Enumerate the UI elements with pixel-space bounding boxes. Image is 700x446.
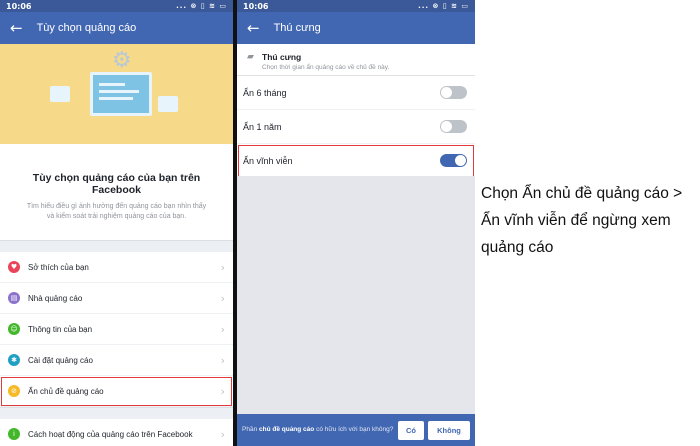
settings-icon: ✱ (8, 354, 20, 366)
section-separator (0, 407, 233, 419)
section-separator (0, 240, 233, 252)
status-bar: 10:06 ... ⊗ ▯ ≋ ▭ (237, 0, 475, 12)
bubble-shape (50, 86, 70, 102)
toggle-switch[interactable] (440, 120, 467, 133)
promo-title: Tùy chọn quảng cáo của bạn trên Facebook (32, 172, 201, 196)
status-bar: 10:06 ... ⊗ ▯ ≋ ▭ (0, 0, 233, 12)
menu-item-label: Nhà quảng cáo (28, 293, 83, 303)
option-hide-permanently[interactable]: Ẩn vĩnh viễn (237, 144, 475, 178)
menu-list: ♥ Sở thích của bạn › ▤ Nhà quảng cáo › ☺… (0, 252, 233, 446)
status-time: 10:06 (6, 1, 32, 11)
promo-description: Tìm hiểu điều gì ảnh hưởng đến quảng cáo… (26, 203, 207, 220)
store-icon: ▤ (8, 292, 20, 304)
option-hide-1-year[interactable]: Ẩn 1 năm (237, 110, 475, 144)
chevron-right-icon: › (220, 260, 225, 274)
page-title: Thú cưng (273, 22, 321, 34)
yes-button[interactable]: Có (398, 420, 424, 440)
option-label: Ẩn 1 năm (243, 121, 282, 132)
menu-item-label: Thông tin của bạn (28, 324, 93, 334)
heart-icon: ♥ (8, 261, 20, 273)
topic-icon: ▰ (247, 52, 254, 62)
topic-header: ▰ Thú cưng Chọn thời gian ẩn quảng cáo v… (237, 44, 475, 76)
menu-item-your-info[interactable]: ☺ Thông tin của bạn › (0, 314, 233, 345)
chevron-right-icon: › (220, 427, 225, 441)
app-bar: ← Thú cưng (237, 12, 475, 44)
menu-item-interests[interactable]: ♥ Sở thích của bạn › (0, 252, 233, 283)
status-icons: ... ⊗ ▯ ≋ ▭ (418, 2, 469, 10)
option-label: Ẩn vĩnh viễn (243, 155, 293, 166)
back-arrow-icon[interactable]: ← (247, 19, 260, 37)
app-bar: ← Tùy chọn quảng cáo (0, 12, 233, 44)
no-button[interactable]: Không (428, 420, 470, 440)
feedback-question: Phần chủ đề quảng cáo có hữu ích với bạn… (242, 425, 394, 433)
toggle-switch[interactable] (440, 86, 467, 99)
menu-item-label: Cách hoạt động của quảng cáo trên Facebo… (28, 429, 193, 439)
status-icons: ... ⊗ ▯ ≋ ▭ (176, 2, 227, 10)
menu-item-hide-ad-topics[interactable]: ⊘ Ẩn chủ đề quảng cáo › (0, 376, 233, 407)
toggle-switch-on[interactable] (440, 154, 467, 167)
topic-description: Chọn thời gian ẩn quảng cáo về chủ đề nà… (262, 64, 390, 71)
menu-item-label: Cài đặt quảng cáo (28, 355, 93, 365)
profile-icon: ☺ (8, 323, 20, 335)
screen-illustration (90, 72, 152, 116)
instruction-caption: Chọn Ẩn chủ đề quảng cáo > Ẩn vĩnh viễn … (481, 185, 683, 257)
status-time: 10:06 (243, 1, 269, 11)
back-arrow-icon[interactable]: ← (10, 19, 23, 37)
page-title: Tùy chọn quảng cáo (36, 22, 137, 34)
phone-screen-ad-preferences: 10:06 ... ⊗ ▯ ≋ ▭ ← Tùy chọn quảng cáo ⚙… (0, 0, 233, 446)
topic-title: Thú cưng (262, 52, 302, 62)
chevron-right-icon: › (220, 322, 225, 336)
menu-item-how-ads-work[interactable]: i Cách hoạt động của quảng cáo trên Face… (0, 419, 233, 446)
gear-icon: ⚙ (112, 48, 132, 73)
menu-item-label: Sở thích của bạn (28, 262, 89, 272)
menu-item-label: Ẩn chủ đề quảng cáo (28, 386, 104, 396)
bubble-shape (158, 96, 178, 112)
menu-item-ad-settings[interactable]: ✱ Cài đặt quảng cáo › (0, 345, 233, 376)
feedback-bar: Phần chủ đề quảng cáo có hữu ích với bạn… (237, 414, 475, 446)
phone-screen-pets-topic: 10:06 ... ⊗ ▯ ≋ ▭ ← Thú cưng ▰ Thú cưng … (237, 0, 475, 446)
hero-illustration: ⚙ (0, 44, 233, 144)
menu-item-advertisers[interactable]: ▤ Nhà quảng cáo › (0, 283, 233, 314)
option-label: Ẩn 6 tháng (243, 87, 287, 98)
chevron-right-icon: › (220, 291, 225, 305)
option-hide-6-months[interactable]: Ẩn 6 tháng (237, 76, 475, 110)
promo-block: Tùy chọn quảng cáo của bạn trên Facebook… (0, 144, 233, 240)
empty-area (237, 176, 475, 446)
hide-icon: ⊘ (8, 385, 20, 397)
chevron-right-icon: › (220, 353, 225, 367)
chevron-right-icon: › (220, 384, 225, 398)
info-icon: i (8, 428, 20, 440)
